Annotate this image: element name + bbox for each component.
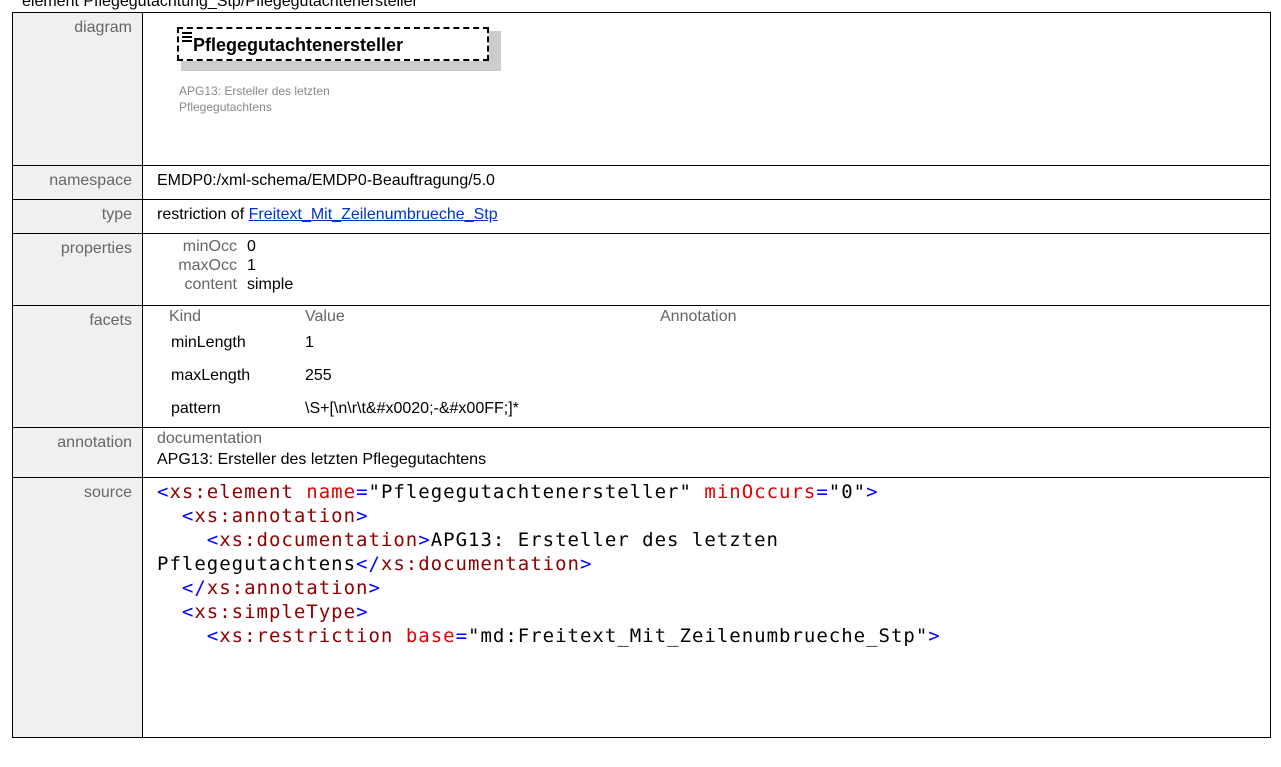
property-key: content xyxy=(184,276,237,293)
facets-header-value: Value xyxy=(305,308,345,325)
code-value: "Pflegegutachtenersteller" xyxy=(368,481,692,503)
facet-row: maxLength 255 xyxy=(157,359,1256,392)
source-cell: <xs:element name="Pflegegutachtenerstell… xyxy=(142,477,1271,738)
element-doc-table: diagram Pflegegutachtenersteller APG13: … xyxy=(12,12,1271,738)
element-box-name: Pflegegutachtenersteller xyxy=(193,35,404,55)
diagram-note-line1: APG13: Ersteller des letzten xyxy=(179,84,330,98)
code-attr: name xyxy=(306,481,357,503)
facet-value: \S+[\n\r\t&#x0020;-&#x00FF;]* xyxy=(305,399,519,417)
property-value: 1 xyxy=(247,257,256,274)
property-value: simple xyxy=(247,276,294,293)
namespace-row: namespace EMDP0:/xml-schema/EMDP0-Beauft… xyxy=(12,165,1271,200)
diagram-cell: Pflegegutachtenersteller APG13: Erstelle… xyxy=(142,12,1271,166)
diagram-row: diagram Pflegegutachtenersteller APG13: … xyxy=(12,12,1271,166)
properties-label: properties xyxy=(12,233,143,306)
property-key: minOcc xyxy=(182,238,237,255)
sequence-icon xyxy=(182,30,192,44)
annotation-heading: documentation xyxy=(157,430,262,447)
code-attr: minOccurs xyxy=(704,481,817,503)
code-tag: xs:restriction xyxy=(219,625,394,647)
facet-kind: pattern xyxy=(171,399,221,417)
diagram-label: diagram xyxy=(12,12,143,166)
facet-kind: maxLength xyxy=(171,366,251,384)
facet-row: minLength 1 xyxy=(157,326,1256,359)
code-text: APG13: Ersteller des letzten xyxy=(430,529,779,551)
properties-row: properties minOcc 0 maxOcc 1 content sim… xyxy=(12,233,1271,306)
type-row: type restriction of Freitext_Mit_Zeilenu… xyxy=(12,199,1271,234)
code-tag: xs:element xyxy=(169,481,294,503)
namespace-label: namespace xyxy=(12,165,143,200)
code-tag: xs:annotation xyxy=(194,505,357,527)
facet-row: pattern \S+[\n\r\t&#x0020;-&#x00FF;]* xyxy=(157,392,1256,425)
property-value: 0 xyxy=(247,238,256,255)
facets-header-kind: Kind xyxy=(169,308,202,325)
diagram-note: APG13: Ersteller des letzten Pflegegutac… xyxy=(179,83,330,115)
properties-list: minOcc 0 maxOcc 1 content simple xyxy=(157,238,1256,294)
code-text: Pflegegutachtens xyxy=(157,553,357,575)
element-box[interactable]: Pflegegutachtenersteller xyxy=(177,27,489,61)
annotation-cell: documentation APG13: Ersteller des letzt… xyxy=(142,427,1271,478)
annotation-text: APG13: Ersteller des letzten Pflegegutac… xyxy=(157,451,487,468)
code-value: "md:Freitext_Mit_Zeilenumbrueche_Stp" xyxy=(468,625,929,647)
facets-header-annotation: Annotation xyxy=(660,308,737,325)
property-key: maxOcc xyxy=(178,257,237,274)
facets-label: facets xyxy=(12,305,143,428)
type-cell: restriction of Freitext_Mit_Zeilenumbrue… xyxy=(142,199,1271,234)
source-row: source <xs:element name="Pflegegutachten… xyxy=(12,477,1271,738)
source-label: source xyxy=(12,477,143,738)
namespace-value: EMDP0:/xml-schema/EMDP0-Beauftragung/5.0 xyxy=(142,165,1271,200)
facets-cell: Kind Value Annotation minLength 1 maxLen… xyxy=(142,305,1271,428)
code-value: "0" xyxy=(828,481,867,503)
source-code: <xs:element name="Pflegegutachtenerstell… xyxy=(157,481,941,647)
properties-cell: minOcc 0 maxOcc 1 content simple xyxy=(142,233,1271,306)
code-tag: xs:documentation xyxy=(380,553,580,575)
facets-row: facets Kind Value Annotation minLength 1… xyxy=(12,305,1271,428)
facets-header: Kind Value Annotation xyxy=(157,308,1256,326)
code-tag: xs:annotation xyxy=(206,577,369,599)
facet-kind: minLength xyxy=(171,333,246,351)
facet-value: 1 xyxy=(305,333,314,351)
annotation-label: annotation xyxy=(12,427,143,478)
type-link[interactable]: Freitext_Mit_Zeilenumbrueche_Stp xyxy=(249,206,498,223)
code-tag: xs:simpleType xyxy=(194,601,357,623)
diagram-note-line2: Pflegegutachtens xyxy=(179,100,272,114)
facet-value: 255 xyxy=(305,366,332,384)
type-label: type xyxy=(12,199,143,234)
page-caption: element Pflegegutachtung_Stp/Pflegegutac… xyxy=(22,0,418,10)
annotation-row: annotation documentation APG13: Erstelle… xyxy=(12,427,1271,478)
code-tag: xs:documentation xyxy=(219,529,419,551)
code-attr: base xyxy=(405,625,456,647)
type-prefix: restriction of xyxy=(157,206,249,223)
diagram: Pflegegutachtenersteller APG13: Erstelle… xyxy=(157,19,1256,165)
